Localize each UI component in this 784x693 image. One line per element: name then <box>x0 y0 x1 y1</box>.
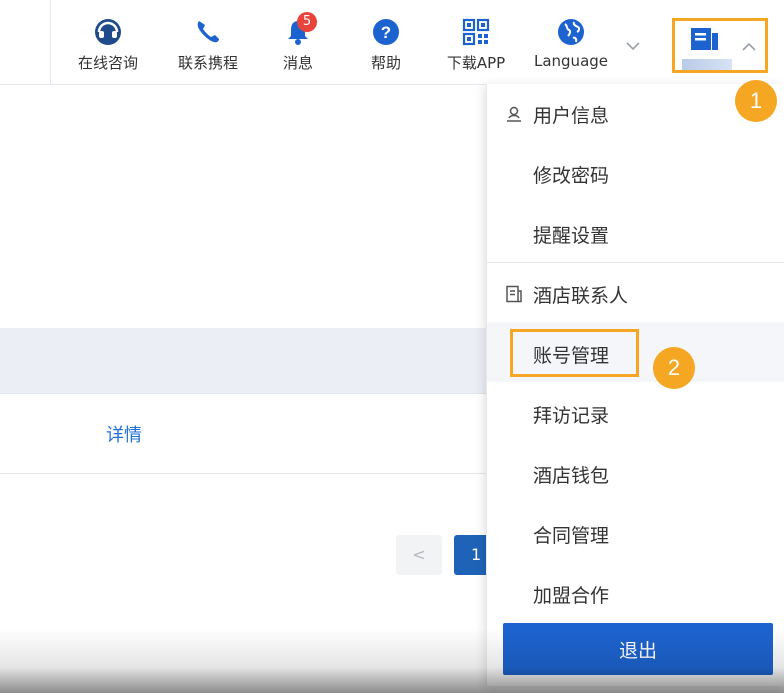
menu-item-label: 提醒设置 <box>533 224 610 247</box>
contact-ctrip-button[interactable]: 联系携程 <box>168 18 248 73</box>
messages-label: 消息 <box>282 54 313 72</box>
menu-item-label: 酒店钱包 <box>533 464 610 487</box>
row-divider <box>0 473 490 474</box>
menu-item-contract-management[interactable]: 合同管理 <box>487 504 784 564</box>
menu-item-change-password[interactable]: 修改密码 <box>487 144 784 204</box>
download-app-button[interactable]: 下载APP <box>436 18 516 73</box>
chevron-down-icon[interactable] <box>625 40 641 52</box>
menu-item-label: 酒店联系人 <box>533 284 629 307</box>
menu-item-label: 拜访记录 <box>533 404 610 427</box>
messages-button[interactable]: 5 消息 <box>258 12 338 73</box>
qr-code-icon <box>460 18 492 46</box>
phone-icon <box>192 18 224 46</box>
svg-text:?: ? <box>381 23 391 42</box>
pagination-page-1[interactable]: 1 <box>454 535 490 575</box>
table-header-row <box>0 328 490 394</box>
pagination-prev-button[interactable]: < <box>396 535 442 575</box>
divider <box>50 0 51 85</box>
help-label: 帮助 <box>370 54 401 72</box>
logout-button[interactable]: 退出 <box>503 623 773 675</box>
help-button[interactable]: ? 帮助 <box>346 18 426 73</box>
account-menu-button[interactable] <box>672 18 768 73</box>
menu-item-label: 用户信息 <box>533 104 610 127</box>
help-circle-icon: ? <box>370 18 402 46</box>
download-app-label: 下载APP <box>446 54 506 72</box>
language-button[interactable]: Language <box>531 18 611 70</box>
message-count-badge: 5 <box>297 12 317 32</box>
menu-divider <box>487 262 784 263</box>
top-bar: 在线咨询 联系携程 5 消息 ? 帮助 下载APP Language <box>0 0 784 85</box>
annotation-highlight-box <box>510 329 639 377</box>
document-icon <box>690 27 720 55</box>
detail-link[interactable]: 详情 <box>106 421 142 447</box>
online-consult-button[interactable]: 在线咨询 <box>68 18 148 73</box>
step-marker-1: 1 <box>735 80 777 122</box>
menu-item-label: 修改密码 <box>533 164 610 187</box>
menu-item-hotel-contacts[interactable]: 酒店联系人 <box>487 264 784 324</box>
menu-item-franchise[interactable]: 加盟合作 <box>487 564 784 624</box>
step-marker-2: 2 <box>653 347 695 389</box>
menu-item-visit-records[interactable]: 拜访记录 <box>487 384 784 444</box>
menu-item-label: 加盟合作 <box>533 584 610 607</box>
online-consult-label: 在线咨询 <box>77 54 138 72</box>
language-label: Language <box>533 52 609 70</box>
menu-item-hotel-wallet[interactable]: 酒店钱包 <box>487 444 784 504</box>
bell-icon: 5 <box>282 12 317 46</box>
user-icon <box>507 106 521 122</box>
document-icon <box>506 285 522 303</box>
account-name-blurred <box>682 59 732 70</box>
menu-item-label: 合同管理 <box>533 524 610 547</box>
headset-icon <box>92 18 124 46</box>
menu-item-reminder-settings[interactable]: 提醒设置 <box>487 204 784 264</box>
account-dropdown-menu: 用户信息 修改密码 提醒设置 酒店联系人 账号管理 拜访记录 酒店钱包 合同管理… <box>486 84 784 686</box>
chevron-up-icon <box>742 42 756 51</box>
contact-ctrip-label: 联系携程 <box>177 54 238 72</box>
globe-icon <box>555 18 587 46</box>
